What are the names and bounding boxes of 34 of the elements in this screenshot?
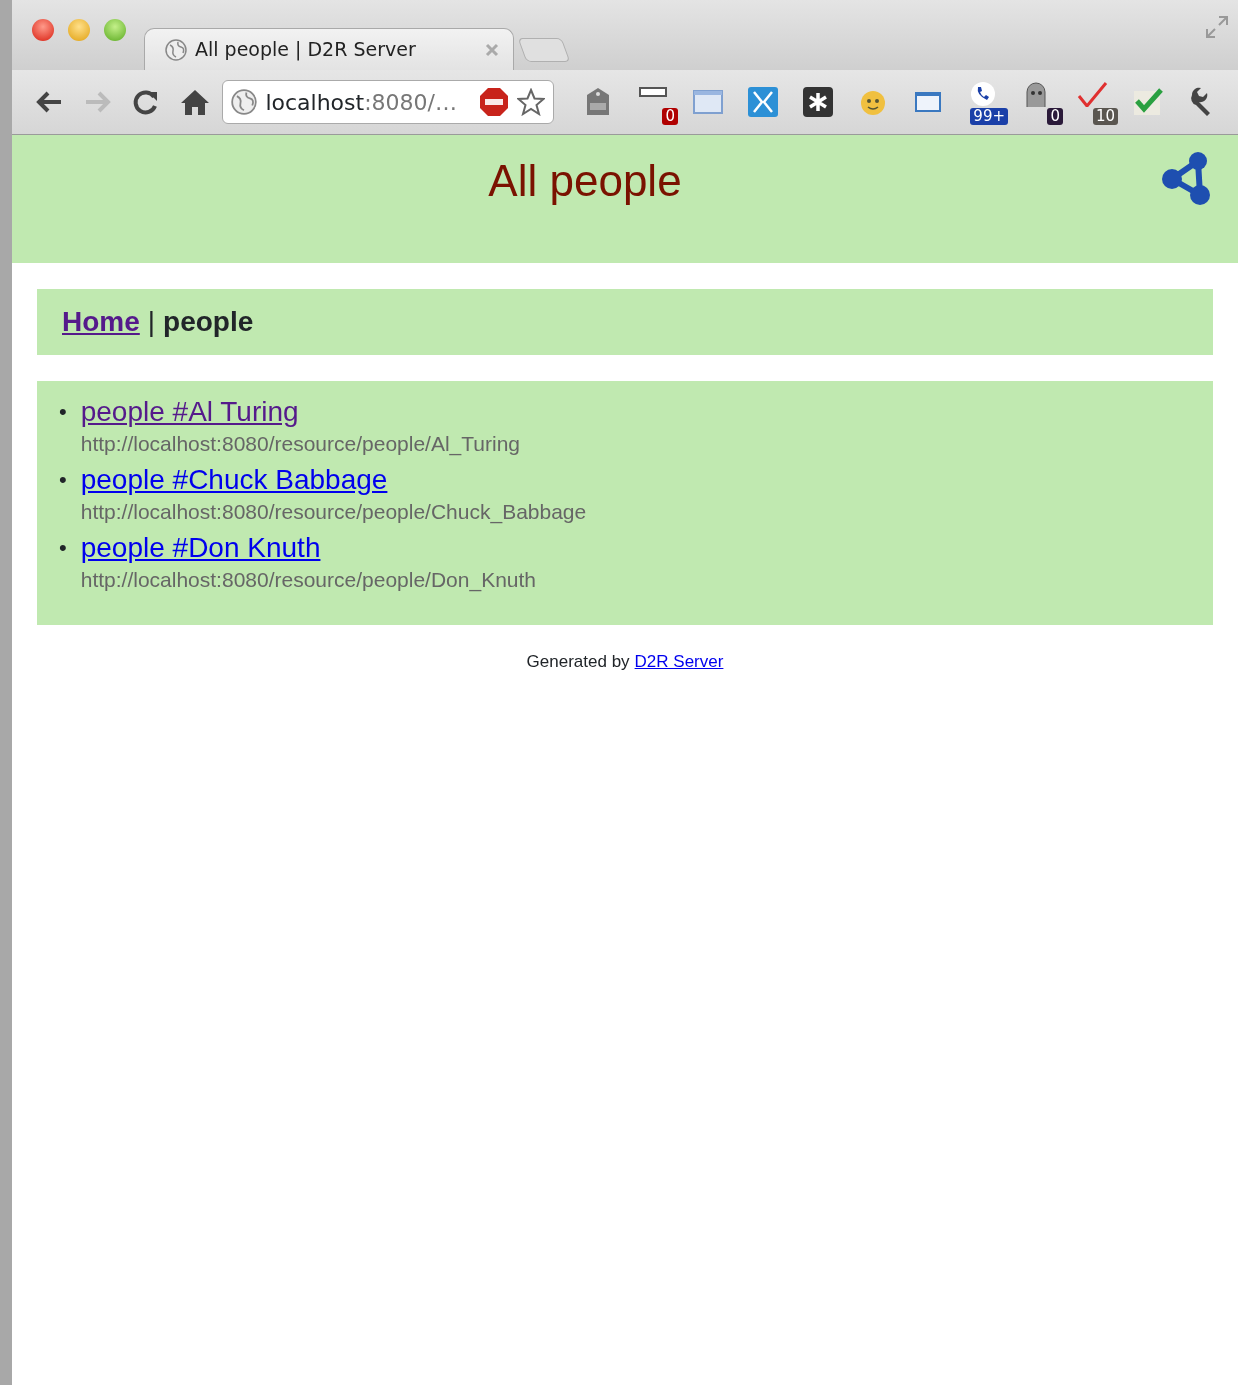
person-link[interactable]: people #Don Knuth — [80, 532, 321, 563]
home-icon[interactable] — [180, 88, 211, 116]
home-link[interactable]: Home — [62, 301, 140, 343]
tick-icon[interactable] — [1076, 80, 1110, 107]
url-text: localhost:8080/… — [265, 88, 458, 117]
star-icon[interactable] — [517, 88, 545, 116]
globe-icon — [165, 38, 187, 61]
page-title: All people — [488, 157, 682, 207]
breadcrumb-separator: | — [147, 305, 156, 339]
globe-icon — [231, 89, 258, 115]
person-link[interactable]: people #Chuck Babbage — [80, 464, 388, 495]
count-badge: 0 — [662, 108, 678, 125]
bullet: • — [59, 398, 67, 426]
resource-uri: http://localhost:8080/resource/people/Don_Knuth — [80, 567, 537, 594]
back-arrow-icon[interactable] — [35, 90, 64, 114]
count-badge: 10 — [1092, 108, 1118, 125]
browser-tab[interactable]: All people | D2R Server — [144, 28, 514, 70]
resource-uri: http://localhost:8080/resource/people/Chuck_Babbage — [80, 499, 587, 526]
asterisk-icon[interactable] — [801, 85, 835, 119]
footer-link[interactable]: D2R Server — [634, 649, 724, 675]
resource-uri: http://localhost:8080/resource/people/Al_Turing — [80, 431, 521, 458]
tab-title: All people | D2R Server — [195, 37, 417, 63]
butterfly-icon[interactable] — [746, 85, 780, 119]
bullet: • — [59, 466, 67, 494]
count-badge: 99+ — [970, 108, 1008, 125]
breadcrumb-current: people — [163, 305, 254, 339]
address-bar[interactable]: localhost:8080/… — [222, 80, 554, 124]
footer-text: Generated by — [526, 651, 630, 673]
bullet: • — [59, 534, 67, 562]
count-badge: 0 — [1047, 108, 1063, 125]
person-link[interactable]: people #Al Turing — [80, 396, 299, 427]
stop-sign-icon[interactable] — [479, 87, 509, 117]
close-window-button[interactable] — [32, 19, 54, 41]
fullscreen-icon[interactable] — [1204, 14, 1230, 40]
